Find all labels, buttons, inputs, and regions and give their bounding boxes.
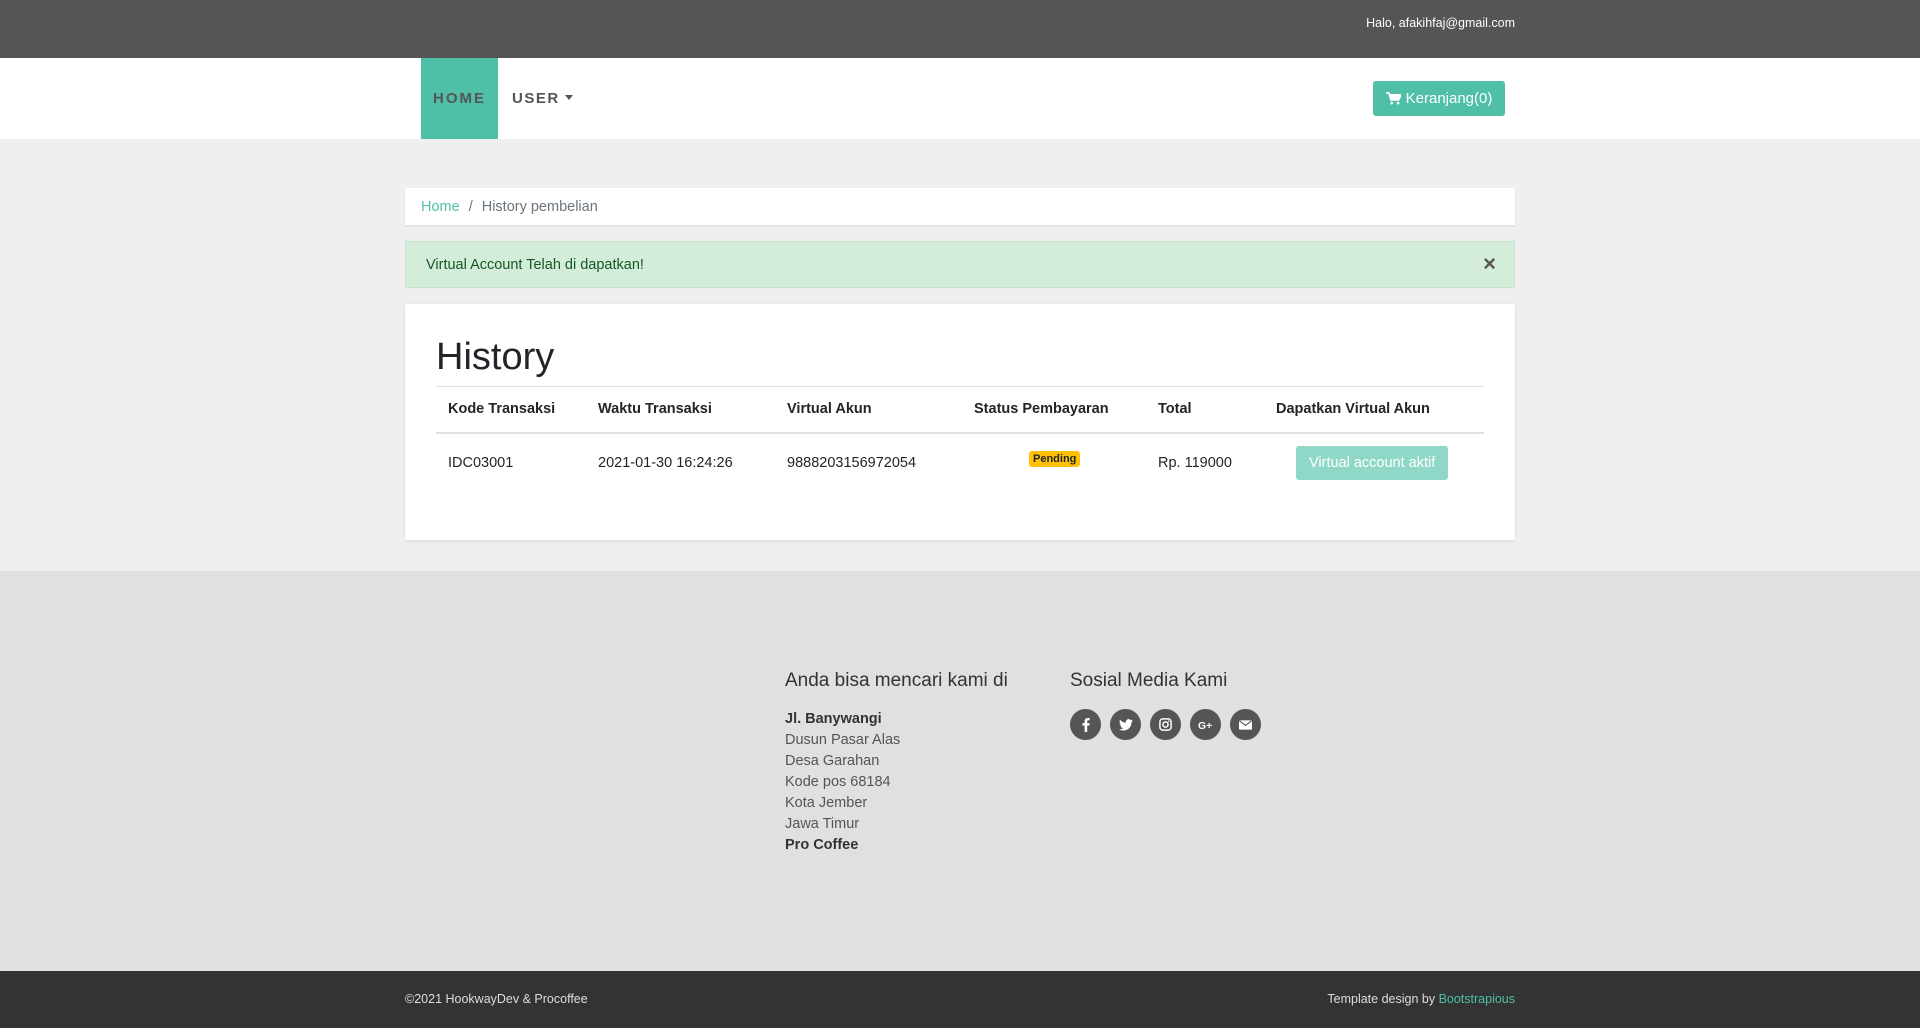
column-header: Total — [1146, 386, 1264, 434]
nav-home-link[interactable]: HOME — [421, 58, 498, 139]
navbar: HOME USER Keranjang(0) — [0, 58, 1920, 139]
virtual-account-number: 9888203156972054 — [787, 455, 917, 471]
footer-social-title: Sosial Media Kami — [1070, 670, 1228, 691]
address-line: Kota Jember — [785, 795, 868, 811]
breadcrumb-separator: / — [468, 198, 473, 215]
table-header-row: Kode Transaksi Waktu Transaksi Virtual A… — [436, 386, 1484, 434]
twitter-icon[interactable] — [1110, 709, 1141, 740]
shopping-cart-icon — [1385, 92, 1401, 105]
footer-address-title: Anda bisa mencari kami di — [785, 670, 1008, 691]
breadcrumb-home-link[interactable]: Home — [421, 199, 460, 215]
page-title: History — [436, 336, 555, 378]
user-greeting: Halo, afakihfaj@gmail.com — [1366, 16, 1515, 30]
copyright-text: ©2021 HookwayDev & Procoffee — [405, 992, 588, 1006]
email-icon[interactable] — [1230, 709, 1261, 740]
caret-down-icon — [564, 95, 573, 100]
template-credit-prefix: Template design by — [1327, 992, 1439, 1006]
action-cell: Virtual account aktif — [1264, 433, 1484, 493]
copyright-bar: ©2021 HookwayDev & Procoffee Template de… — [0, 971, 1920, 1028]
social-links: G+ — [1070, 709, 1261, 740]
column-header: Dapatkan Virtual Akun — [1264, 386, 1484, 434]
footer: Anda bisa mencari kami di Jl. Banywangi … — [0, 571, 1920, 971]
breadcrumb: Home / History pembelian — [405, 188, 1515, 225]
transaction-time: 2021-01-30 16:24:26 — [598, 455, 733, 471]
transaction-total: Rp. 119000 — [1158, 455, 1232, 471]
breadcrumb-current: History pembelian — [481, 198, 598, 215]
nav-user-dropdown[interactable]: USER — [512, 58, 573, 139]
column-header: Virtual Akun — [775, 386, 962, 434]
footer-address-section: Anda bisa mencari kami di Jl. Banywangi … — [785, 670, 1008, 856]
footer-social-section: Sosial Media Kami G+ — [1070, 670, 1261, 740]
bootstrapious-link[interactable]: Bootstrapious — [1439, 992, 1515, 1006]
address-line: Jawa Timur — [785, 816, 860, 832]
virtual-account-active-button[interactable]: Virtual account aktif — [1296, 446, 1449, 480]
history-table: Kode Transaksi Waktu Transaksi Virtual A… — [436, 386, 1484, 493]
status-badge: Pending — [1029, 450, 1081, 467]
template-credit: Template design by Bootstrapious — [1327, 992, 1515, 1006]
column-header: Status Pembayaran — [962, 386, 1146, 434]
cart-button[interactable]: Keranjang(0) — [1373, 81, 1505, 116]
address-line: Kode pos 68184 — [785, 774, 891, 790]
google-plus-icon[interactable]: G+ — [1190, 709, 1221, 740]
cart-label: Keranjang(0) — [1405, 90, 1493, 107]
address-line: Desa Garahan — [785, 753, 880, 769]
history-panel: History Kode Transaksi Waktu Transaksi V… — [405, 304, 1515, 540]
svg-text:G+: G+ — [1198, 721, 1212, 731]
success-alert: Virtual Account Telah di dapatkan! × — [405, 241, 1515, 288]
top-bar: Halo, afakihfaj@gmail.com — [0, 0, 1920, 58]
instagram-icon[interactable] — [1150, 709, 1181, 740]
address-block: Jl. Banywangi Dusun Pasar Alas Desa Gara… — [785, 709, 1008, 856]
column-header: Waktu Transaksi — [586, 386, 775, 434]
nav-user-label: USER — [512, 90, 560, 107]
payment-status-cell: Pending — [962, 433, 1146, 493]
column-header: Kode Transaksi — [436, 386, 586, 434]
address-line: Dusun Pasar Alas — [785, 732, 901, 748]
history-table-wrapper: Kode Transaksi Waktu Transaksi Virtual A… — [436, 386, 1484, 493]
address-line: Pro Coffee — [785, 837, 859, 853]
alert-message: Virtual Account Telah di dapatkan! — [426, 256, 644, 273]
transaction-code: IDC03001 — [448, 455, 514, 471]
table-row: IDC03001 2021-01-30 16:24:26 98882031569… — [436, 433, 1484, 493]
close-icon[interactable]: × — [1483, 253, 1496, 275]
facebook-icon[interactable] — [1070, 709, 1101, 740]
address-line: Jl. Banywangi — [785, 711, 882, 727]
